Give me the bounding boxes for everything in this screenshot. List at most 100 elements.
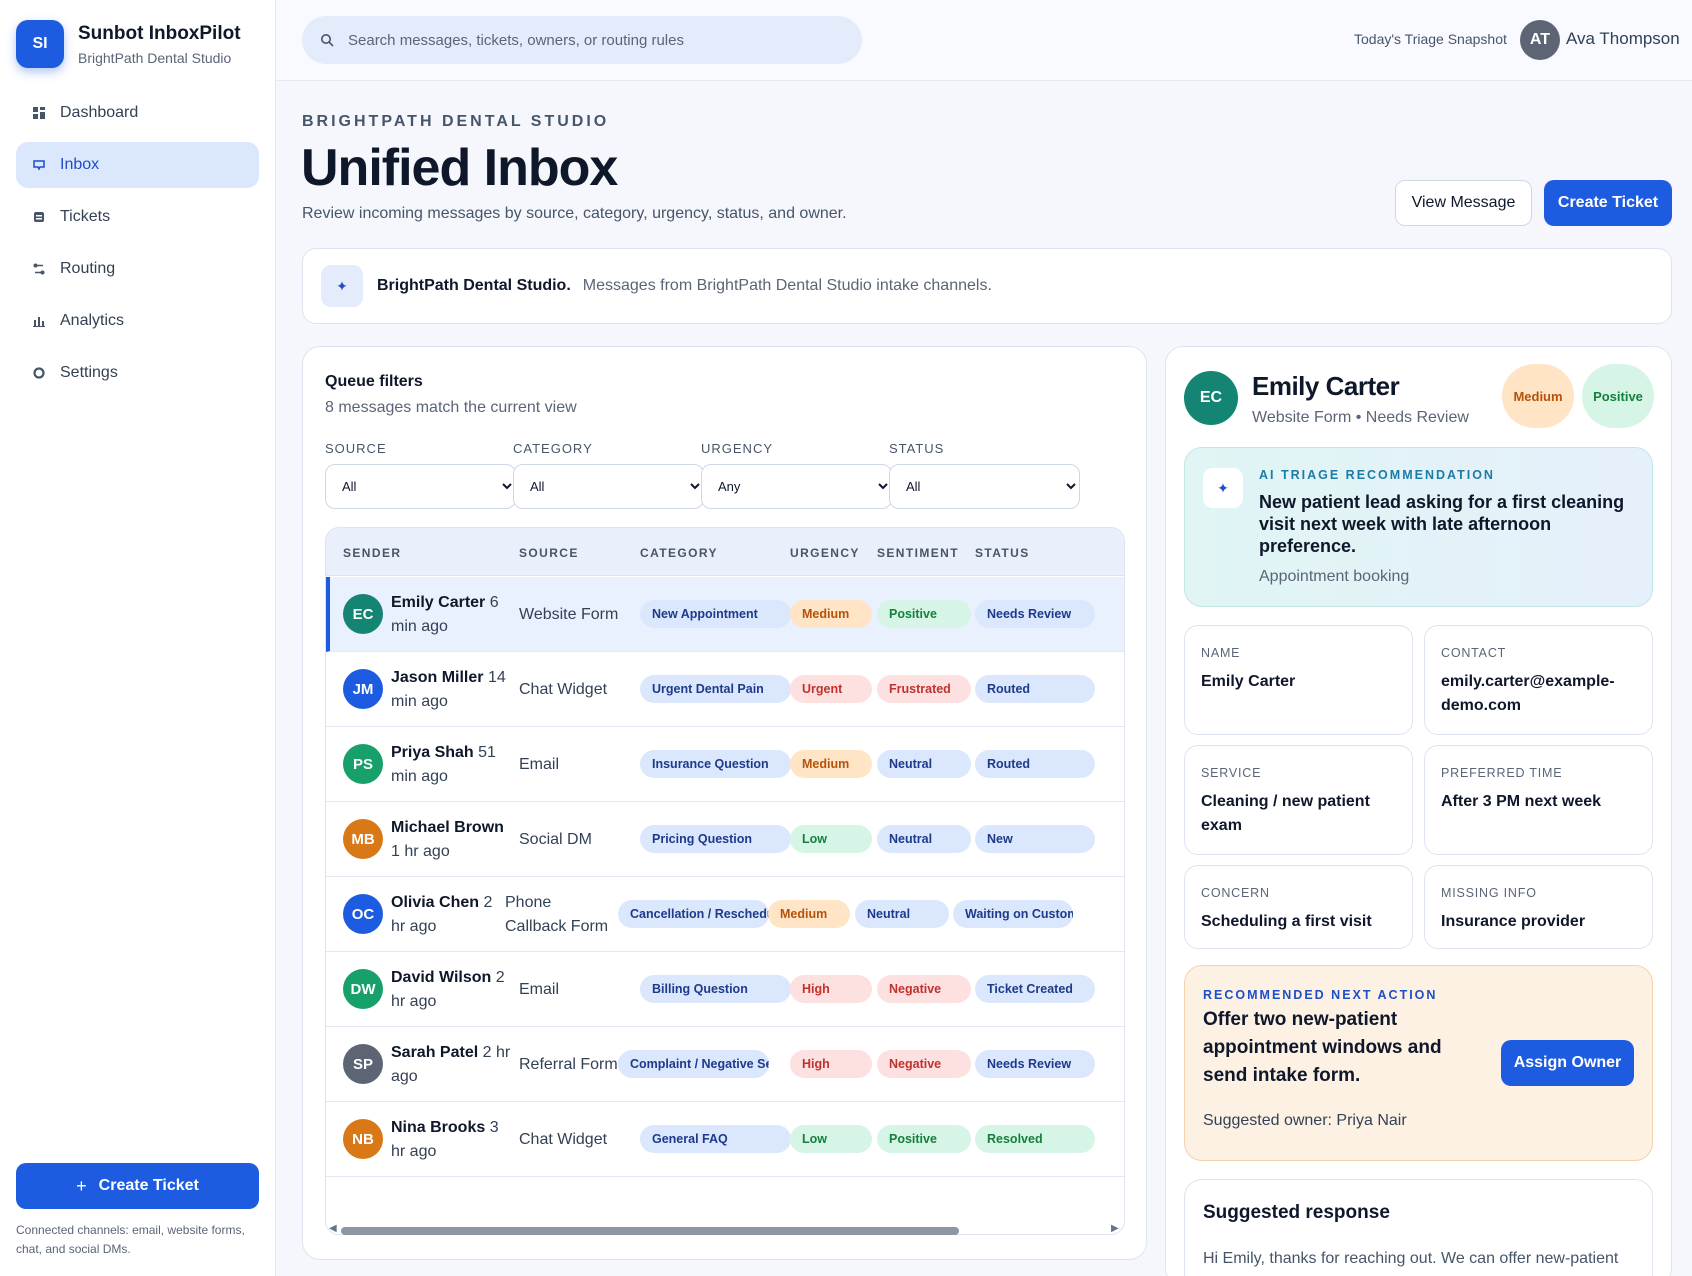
urgency-pill: High bbox=[790, 1050, 872, 1078]
triage-snapshot-link[interactable]: Today's Triage Snapshot bbox=[1354, 31, 1507, 47]
sender-name: Priya Shah bbox=[391, 744, 474, 761]
analytics-icon bbox=[32, 314, 46, 328]
sender-avatar: DW bbox=[343, 969, 383, 1009]
scroll-left-icon[interactable]: ◀ bbox=[329, 1223, 337, 1234]
user-name[interactable]: Ava Thompson bbox=[1566, 29, 1680, 49]
source-cell: Chat Widget bbox=[519, 1131, 608, 1148]
column-header-sentiment[interactable]: SENTIMENT bbox=[877, 546, 959, 560]
sender-cell: Nina Brooks 3 hr ago bbox=[391, 1116, 511, 1164]
create-ticket-button[interactable]: Create Ticket bbox=[1544, 180, 1672, 226]
sender-cell: Priya Shah 51 min ago bbox=[391, 741, 511, 789]
source-select[interactable]: All bbox=[325, 464, 516, 509]
queue-title: Queue filters bbox=[325, 373, 423, 390]
table-row[interactable]: EC Emily Carter 6 min ago Website Form New … bbox=[326, 577, 1124, 652]
dashboard-icon bbox=[32, 106, 46, 120]
table-row[interactable]: DW David Wilson 2 hr ago Email Billing Ques… bbox=[326, 952, 1124, 1027]
inbox-icon bbox=[32, 158, 46, 172]
sender-cell: Jason Miller 14 min ago bbox=[391, 666, 511, 714]
view-message-button[interactable]: View Message bbox=[1395, 180, 1532, 226]
column-header-status[interactable]: STATUS bbox=[975, 546, 1030, 560]
status-pill: Ticket Created bbox=[975, 975, 1095, 1003]
category-pill: Urgent Dental Pain bbox=[640, 675, 791, 703]
sidebar-item-label: Settings bbox=[60, 364, 118, 381]
sidebar-item-inbox[interactable]: Inbox bbox=[16, 142, 259, 188]
source-cell: Chat Widget bbox=[519, 681, 608, 698]
sidebar-item-analytics[interactable]: Analytics bbox=[16, 298, 259, 344]
sender-name: David Wilson bbox=[391, 969, 492, 986]
table-row[interactable]: PS Priya Shah 51 min ago Email Insurance Qu… bbox=[326, 727, 1124, 802]
filter-urgency: URGENCY Any bbox=[701, 441, 892, 509]
field-value: Emily Carter bbox=[1201, 673, 1296, 690]
sentiment-pill: Positive bbox=[877, 1125, 971, 1153]
urgency-select[interactable]: Any bbox=[701, 464, 892, 509]
sidebar-create-ticket-button[interactable]: + Create Ticket bbox=[16, 1163, 259, 1209]
queue-panel: Queue filters 8 messages match the curre… bbox=[302, 346, 1147, 1260]
status-pill: Routed bbox=[975, 675, 1095, 703]
sidebar-item-tickets[interactable]: Tickets bbox=[16, 194, 259, 240]
sidebar-item-label: Routing bbox=[60, 260, 116, 277]
workspace-banner: ✦ BrightPath Dental Studio. Messages fro… bbox=[302, 248, 1672, 324]
detail-meta: Website Form • Needs Review bbox=[1252, 409, 1469, 426]
routing-icon bbox=[32, 262, 46, 276]
field-value: Insurance provider bbox=[1441, 913, 1586, 930]
scroll-right-icon[interactable]: ▶ bbox=[1111, 1223, 1119, 1234]
sender-avatar: NB bbox=[343, 1119, 383, 1159]
message-table: SENDER SOURCE CATEGORY URGENCY SENTIMENT… bbox=[325, 527, 1125, 1235]
sparkle-icon: ✦ bbox=[321, 265, 363, 307]
status-pill: New bbox=[975, 825, 1095, 853]
app-subtitle: BrightPath Dental Studio bbox=[78, 49, 232, 66]
column-header-category[interactable]: CATEGORY bbox=[640, 546, 718, 560]
ai-category: Appointment booking bbox=[1259, 568, 1410, 585]
search-bar[interactable] bbox=[302, 16, 862, 64]
field-preferred-time: PREFERRED TIME After 3 PM next week bbox=[1424, 745, 1653, 855]
queue-count: 8 messages match the current view bbox=[325, 399, 577, 416]
table-row[interactable]: JM Jason Miller 14 min ago Chat Widget Urge… bbox=[326, 652, 1124, 727]
plus-icon: + bbox=[76, 1175, 87, 1196]
page-title: Unified Inbox bbox=[301, 139, 618, 197]
source-cell: Phone Callback Form bbox=[505, 894, 609, 935]
sidebar-item-label: Tickets bbox=[60, 208, 111, 225]
table-row[interactable]: OC Olivia Chen 2 hr ago Phone Callback For… bbox=[326, 877, 1124, 952]
table-row[interactable]: MB Michael Brown 1 hr ago Social DM Pricing… bbox=[326, 802, 1124, 877]
field-label: SERVICE bbox=[1201, 766, 1262, 780]
field-label: MISSING INFO bbox=[1441, 886, 1537, 900]
category-pill: General FAQ bbox=[640, 1125, 791, 1153]
field-value[interactable]: emily.carter@example-demo.com bbox=[1441, 670, 1641, 718]
column-header-urgency[interactable]: URGENCY bbox=[790, 546, 860, 560]
sidebar-item-routing[interactable]: Routing bbox=[16, 246, 259, 292]
sidebar-item-label: Inbox bbox=[60, 156, 100, 173]
assign-owner-button[interactable]: Assign Owner bbox=[1501, 1040, 1634, 1086]
filter-label: SOURCE bbox=[325, 441, 387, 456]
status-pill: Needs Review bbox=[975, 1050, 1095, 1078]
search-input[interactable] bbox=[348, 31, 828, 49]
sentiment-pill: Negative bbox=[877, 975, 971, 1003]
connected-channels-note: Connected channels: email, website forms… bbox=[16, 1223, 245, 1256]
banner-text: Messages from BrightPath Dental Studio i… bbox=[582, 277, 992, 294]
table-row[interactable]: SP Sarah Patel 2 hr ago Referral Form Compl… bbox=[326, 1027, 1124, 1102]
brand[interactable]: SI Sunbot InboxPilot BrightPath Dental S… bbox=[16, 20, 241, 68]
urgency-pill: High bbox=[790, 975, 872, 1003]
ai-recommendation: New patient lead asking for a first clea… bbox=[1259, 492, 1625, 556]
sidebar-item-dashboard[interactable]: Dashboard bbox=[16, 90, 259, 136]
sidebar-item-settings[interactable]: Settings bbox=[16, 350, 259, 396]
sidebar-item-label: Dashboard bbox=[60, 104, 139, 121]
category-select[interactable]: All bbox=[513, 464, 704, 509]
field-label: CONCERN bbox=[1201, 886, 1270, 900]
sender-avatar: MB bbox=[343, 819, 383, 859]
settings-icon bbox=[32, 366, 46, 380]
sender-cell: Olivia Chen 2 hr ago bbox=[391, 891, 511, 939]
status-select[interactable]: All bbox=[889, 464, 1080, 509]
urgency-pill: Medium bbox=[768, 900, 850, 928]
user-avatar[interactable]: AT bbox=[1520, 20, 1560, 60]
scrollbar-thumb[interactable] bbox=[341, 1227, 959, 1235]
field-missing-info: MISSING INFO Insurance provider bbox=[1424, 865, 1653, 949]
page-eyebrow: BRIGHTPATH DENTAL STUDIO bbox=[302, 113, 610, 130]
column-header-sender[interactable]: SENDER bbox=[343, 546, 401, 560]
column-header-source[interactable]: SOURCE bbox=[519, 546, 579, 560]
sender-cell: Emily Carter 6 min ago bbox=[391, 591, 511, 639]
field-label: CONTACT bbox=[1441, 646, 1507, 660]
table-horizontal-scrollbar[interactable]: ◀ ▶ bbox=[325, 1223, 1125, 1237]
response-text[interactable]: Hi Emily, thanks for reaching out. We ca… bbox=[1203, 1246, 1633, 1272]
ai-eyebrow: AI TRIAGE RECOMMENDATION bbox=[1259, 468, 1495, 482]
table-row[interactable]: NB Nina Brooks 3 hr ago Chat Widget General… bbox=[326, 1102, 1124, 1177]
